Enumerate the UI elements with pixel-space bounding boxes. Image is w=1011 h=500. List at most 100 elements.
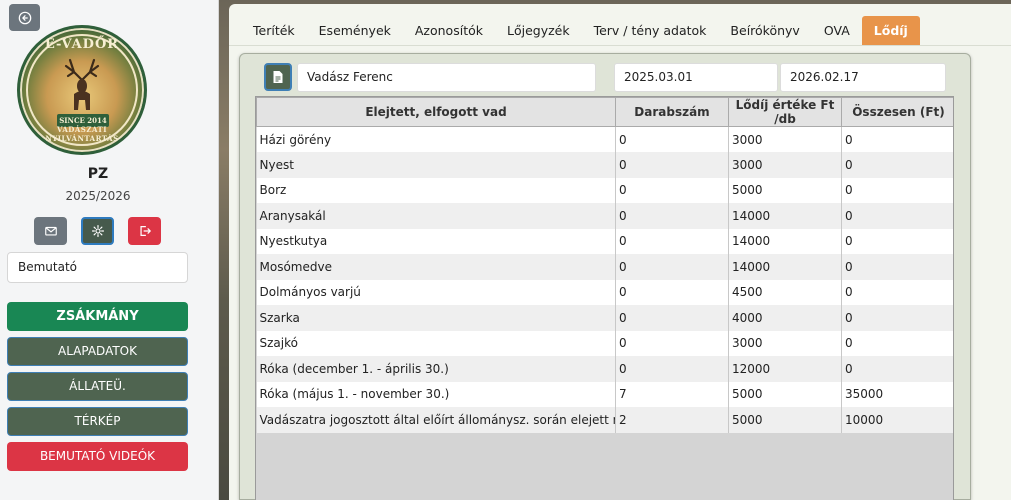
fee-cell: 12000 [728,356,842,382]
fee-card: Vadász Ferenc 2025.03.01 2026.02.17 Elej… [239,53,971,500]
tab-beirokonyv[interactable]: Beírókönyv [718,16,811,45]
count-cell: 0 [615,305,729,331]
table-row[interactable]: Szajkó 0 3000 0 [256,330,953,356]
main-panel: Teríték Események Azonosítók Lőjegyzék T… [229,4,1011,500]
game-name-cell: Nyest [256,152,616,178]
total-cell: 0 [841,203,953,229]
game-name-cell: Vadászatra jogosztott által előírt állom… [256,407,616,433]
total-cell: 0 [841,330,953,356]
season-label: 2025/2026 [65,189,131,203]
game-name-cell: Szajkó [256,330,616,356]
date-to-field[interactable]: 2026.02.17 [780,63,946,92]
fee-cell: 14000 [728,203,842,229]
column-header[interactable]: Összesen (Ft) [841,97,953,127]
tab-esemenyek[interactable]: Események [307,16,403,45]
table-row[interactable]: Vadászatra jogosztott által előírt állom… [256,407,953,433]
game-name-cell: Nyestkutya [256,228,616,254]
table-row[interactable]: Aranysakál 0 14000 0 [256,203,953,229]
count-cell: 0 [615,126,729,152]
fee-cell: 3000 [728,152,842,178]
column-header[interactable]: Darabszám [615,97,729,127]
fee-cell: 3000 [728,330,842,356]
fee-cell: 5000 [728,381,842,407]
count-cell: 0 [615,254,729,280]
game-name-cell: Dolmányos varjú [256,279,616,305]
total-cell: 0 [841,305,953,331]
nav-alapadatok-button[interactable]: ALAPADATOK [7,337,188,366]
hunter-field[interactable]: Vadász Ferenc [297,63,596,92]
count-cell: 2 [615,407,729,433]
tab-azonositok[interactable]: Azonosítók [403,16,495,45]
nav-bemutato-videok-button[interactable]: BEMUTATÓ VIDEÓK [7,442,188,471]
count-cell: 0 [615,152,729,178]
settings-button[interactable] [81,217,114,245]
game-name-cell: Róka (december 1. - április 30.) [256,356,616,382]
tab-lojegyzek[interactable]: Lőjegyzék [495,16,582,45]
game-name-cell: Aranysakál [256,203,616,229]
table-row[interactable]: Mosómedve 0 14000 0 [256,254,953,280]
back-button[interactable] [9,4,40,31]
sidebar: E-VADŐR SINCE 2014 VADÁSZATI NYILVÁNTART… [0,0,219,500]
fee-cell: 3000 [728,126,842,152]
column-header[interactable]: Lődíj értéke Ft /db [728,97,842,127]
total-cell: 0 [841,152,953,178]
document-button[interactable] [264,63,292,91]
deer-icon [64,58,100,110]
area-select[interactable]: Bemutató [7,252,188,283]
app-logo: E-VADŐR SINCE 2014 VADÁSZATI NYILVÁNTART… [17,25,147,155]
fee-cell: 4500 [728,279,842,305]
total-cell: 0 [841,356,953,382]
table-row[interactable]: Nyestkutya 0 14000 0 [256,228,953,254]
total-cell: 0 [841,228,953,254]
logout-button[interactable] [128,217,161,245]
user-code: PZ [87,166,109,182]
game-name-cell: Róka (május 1. - november 30.) [256,381,616,407]
nav-zsakmany-button[interactable]: ZSÁKMÁNY [7,302,188,331]
count-cell: 0 [615,177,729,203]
game-name-cell: Borz [256,177,616,203]
tab-ova[interactable]: OVA [812,16,862,45]
arrow-left-circle-icon [18,11,31,24]
fee-cell: 14000 [728,228,842,254]
fee-cell: 5000 [728,407,842,433]
date-from-field[interactable]: 2025.03.01 [614,63,778,92]
total-cell: 0 [841,177,953,203]
count-cell: 0 [615,330,729,356]
game-name-cell: Mosómedve [256,254,616,280]
total-cell: 0 [841,279,953,305]
envelope-icon [44,226,57,236]
tab-bar: Teríték Események Azonosítók Lőjegyzék T… [241,16,920,45]
total-cell: 0 [841,126,953,152]
total-cell: 0 [841,254,953,280]
fee-cell: 14000 [728,254,842,280]
tab-terv-teny[interactable]: Terv / tény adatok [582,16,719,45]
table-header-row: Elejtett, elfogott vad Darabszám Lődíj é… [256,97,953,127]
tab-lodij[interactable]: Lődíj [861,16,920,45]
table-row[interactable]: Borz 0 5000 0 [256,177,953,203]
fee-table: Elejtett, elfogott vad Darabszám Lődíj é… [255,96,954,500]
table-row[interactable]: Róka (május 1. - november 30.) 7 5000 35000 [256,381,953,407]
table-row[interactable]: Szarka 0 4000 0 [256,305,953,331]
fee-cell: 5000 [728,177,842,203]
nav-allateu-button[interactable]: ÁLLATEÜ. [7,372,188,401]
total-cell: 10000 [841,407,953,433]
count-cell: 0 [615,203,729,229]
column-header[interactable]: Elejtett, elfogott vad [256,97,616,127]
logout-icon [139,226,151,236]
total-cell: 35000 [841,381,953,407]
gear-icon [91,224,104,238]
count-cell: 0 [615,356,729,382]
table-row[interactable]: Házi görény 0 3000 0 [256,126,953,152]
mail-button[interactable] [34,217,67,245]
document-icon [273,71,283,83]
count-cell: 7 [615,381,729,407]
count-cell: 0 [615,228,729,254]
table-row[interactable]: Róka (december 1. - április 30.) 0 12000 0 [256,356,953,382]
game-name-cell: Szarka [256,305,616,331]
tab-teritek[interactable]: Teríték [241,16,307,45]
table-row[interactable]: Nyest 0 3000 0 [256,152,953,178]
fee-cell: 4000 [728,305,842,331]
nav-terkep-button[interactable]: TÉRKÉP [7,407,188,436]
table-row[interactable]: Dolmányos varjú 0 4500 0 [256,279,953,305]
game-name-cell: Házi görény [256,126,616,152]
